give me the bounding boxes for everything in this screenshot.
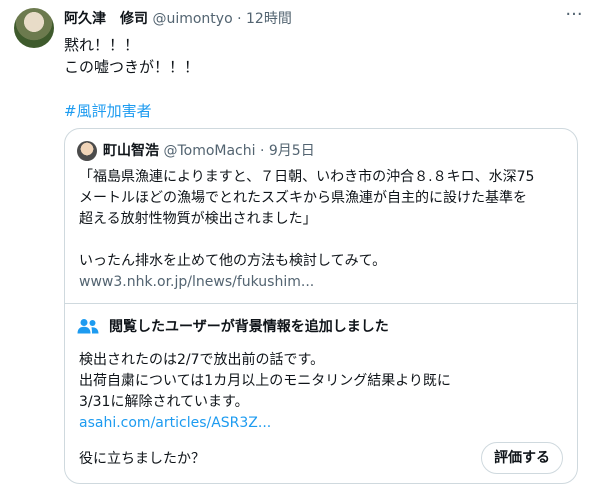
quote-text-line: メートルほどの漁場でとれたスズキから県漁連が自主的に設けた基準を [79,190,527,206]
tweet-header: 阿久津 修司 @uimontyo · 12時間 [64,10,292,28]
note-source-link[interactable]: asahi.com/articles/ASR3Z... [79,415,271,431]
quote-author-handle[interactable]: @TomoMachi [163,143,255,159]
quote-separator: · [259,143,265,159]
tweet-time[interactable]: 12時間 [246,11,292,27]
quote-date[interactable]: 9月5日 [269,143,315,159]
note-text-line: 検出されたのは2/7で放出前の話です。 [79,352,325,368]
tweet-text: 黙れ！！！ この嘘つきが！！！ #風評加害者 [64,34,584,122]
quote-link-text[interactable]: www3.nhk.or.jp/lnews/fukushim... [79,272,569,293]
helpful-question: 役に立ちましたか？ [79,451,205,467]
tweet-text-line: この嘘つきが！！！ [64,58,200,76]
author-handle[interactable]: @uimontyo [152,11,232,27]
quote-header: 町山智浩 @TomoMachi · 9月5日 [103,142,315,160]
more-options-icon[interactable]: ··· [564,6,584,28]
quote-text-line: いったん排水を止めて他の方法も検討してみて。 [79,253,387,269]
quote-text: 「福島県漁連によりますと、７日朝、いわき市の沖合８.８キロ、水深75 メートルほ… [79,167,569,293]
quote-author-name[interactable]: 町山智浩 [103,143,159,159]
quote-text-line [79,230,569,251]
community-note-body: 検出されたのは2/7で放出前の話です。 出荷自粛については1カ月以上のモニタリン… [79,350,559,434]
community-note: 閲覧したユーザーが背景情報を追加しました 検出されたのは2/7で放出前の話です。… [65,303,577,483]
note-text-line: 出荷自粛については1カ月以上のモニタリング結果より既に [79,373,451,389]
author-name[interactable]: 阿久津 修司 [64,11,148,27]
tweet-text-blank [64,78,584,100]
note-text-line: 3/31に解除されています。 [79,394,249,410]
quote-author-avatar[interactable] [77,141,97,161]
quote-text-line: 「福島県漁連によりますと、７日朝、いわき市の沖合８.８キロ、水深75 [79,169,535,185]
header-separator: · [237,11,242,27]
quoted-tweet[interactable]: 町山智浩 @TomoMachi · 9月5日 「福島県漁連によりますと、７日朝、… [64,128,578,484]
author-avatar[interactable] [14,8,54,48]
hashtag-link[interactable]: #風評加害者 [64,102,152,120]
rate-note-button[interactable]: 評価する [481,442,563,474]
community-note-title: 閲覧したユーザーが背景情報を追加しました [109,319,389,335]
people-icon [77,319,99,334]
quote-text-line: 超える放射性物質が検出されました」 [79,211,317,227]
tweet-text-line: 黙れ！！！ [64,36,140,54]
